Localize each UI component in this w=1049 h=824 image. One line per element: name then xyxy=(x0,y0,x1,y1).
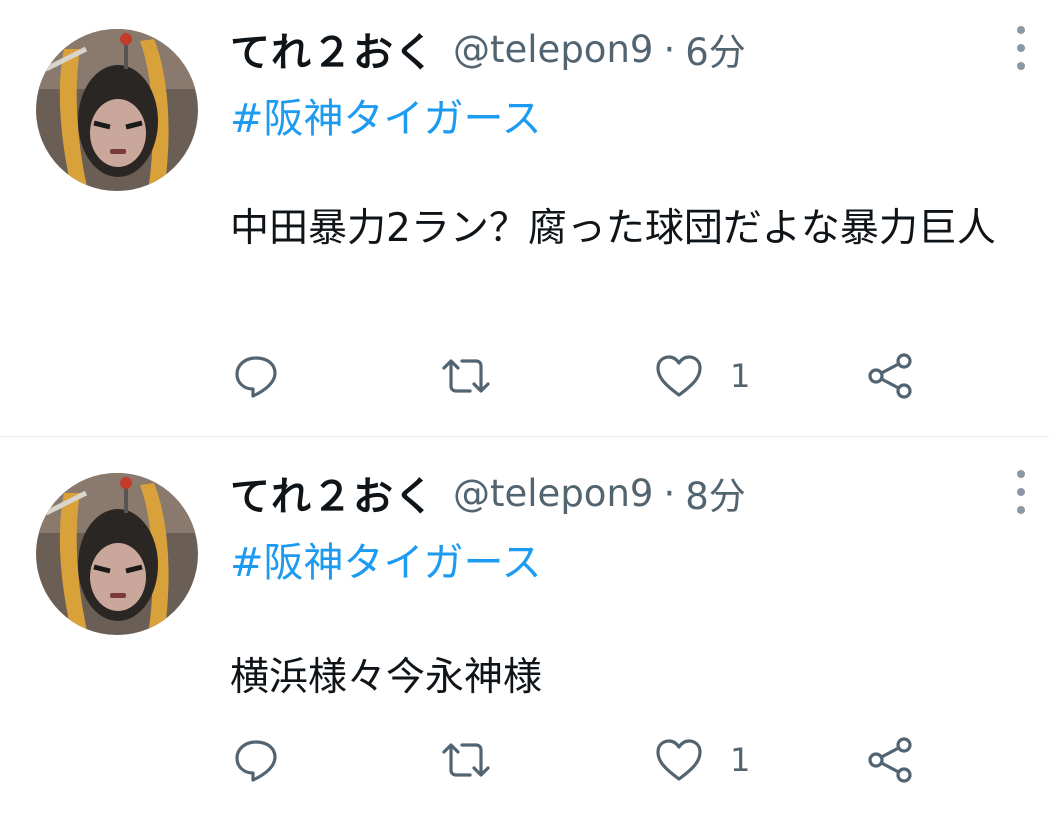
separator-dot: · xyxy=(663,27,676,71)
more-options-button[interactable] xyxy=(1011,26,1031,70)
reply-button[interactable] xyxy=(232,735,280,785)
more-options-button[interactable] xyxy=(1011,470,1031,514)
share-button[interactable] xyxy=(866,735,914,785)
avatar[interactable] xyxy=(36,29,198,191)
timestamp[interactable]: 8分 xyxy=(685,466,746,520)
more-vertical-icon xyxy=(1017,26,1025,34)
more-vertical-icon xyxy=(1017,470,1025,478)
tweet-actions: 1 xyxy=(232,351,932,401)
retweet-icon xyxy=(438,352,494,400)
separator-dot: · xyxy=(663,471,676,515)
share-icon xyxy=(866,352,914,400)
avatar[interactable] xyxy=(36,473,198,635)
like-count: 1 xyxy=(730,741,751,779)
tweet[interactable]: てれ２おく @telepon9 · 8分 #阪神タイガース 横浜様々今永神様 1 xyxy=(0,437,1049,824)
retweet-button[interactable] xyxy=(438,735,494,785)
share-icon xyxy=(866,736,914,784)
tweet-text: 横浜様々今永神様 xyxy=(230,655,543,700)
retweet-icon xyxy=(438,736,494,784)
reply-icon xyxy=(232,352,280,400)
hashtag-link[interactable]: #阪神タイガース xyxy=(230,86,542,144)
like-button[interactable]: 1 xyxy=(654,735,750,785)
user-handle[interactable]: @telepon9 xyxy=(453,28,653,71)
heart-icon xyxy=(654,353,704,399)
tweet[interactable]: てれ２おく @telepon9 · 6分 #阪神タイガース 中田暴力2ラン？腐っ… xyxy=(0,0,1049,436)
tweet-text: 中田暴力2ラン？腐った球団だよな暴力巨人 xyxy=(230,206,996,251)
reply-button[interactable] xyxy=(232,351,280,401)
reply-icon xyxy=(232,736,280,784)
tweet-actions: 1 xyxy=(232,735,932,785)
hashtag-link[interactable]: #阪神タイガース xyxy=(230,530,542,588)
heart-icon xyxy=(654,737,704,783)
timestamp[interactable]: 6分 xyxy=(685,22,746,76)
retweet-button[interactable] xyxy=(438,351,494,401)
user-handle[interactable]: @telepon9 xyxy=(453,472,653,515)
share-button[interactable] xyxy=(866,351,914,401)
tweet-header: てれ２おく @telepon9 · 8分 xyxy=(230,465,746,521)
tweet-header: てれ２おく @telepon9 · 6分 xyxy=(230,21,746,77)
like-count: 1 xyxy=(730,357,751,395)
like-button[interactable]: 1 xyxy=(654,351,750,401)
display-name[interactable]: てれ２おく xyxy=(230,464,435,522)
display-name[interactable]: てれ２おく xyxy=(230,20,435,78)
